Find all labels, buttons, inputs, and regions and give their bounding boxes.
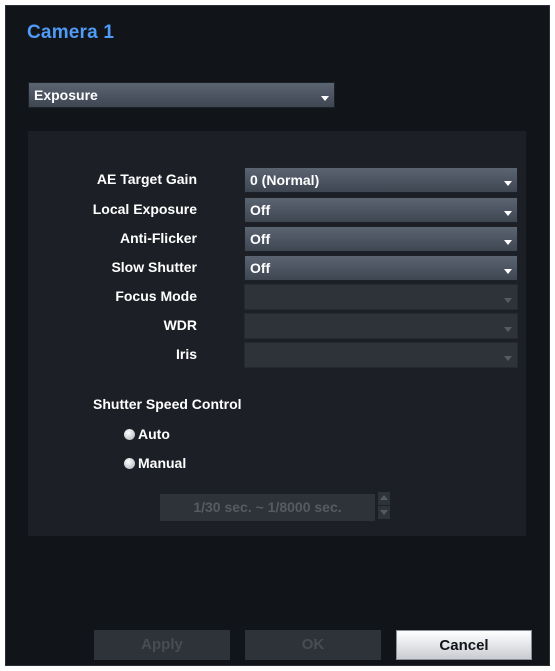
anti-flicker-value: Off <box>250 231 271 247</box>
slow-shutter-dropdown[interactable]: Off <box>244 255 518 281</box>
chevron-down-icon <box>504 327 512 332</box>
spin-up-button <box>378 492 390 505</box>
shutter-manual-label: Manual <box>138 455 187 471</box>
shutter-auto-label: Auto <box>138 426 170 442</box>
focus-mode-label: Focus Mode <box>115 288 197 304</box>
dialog-title: Camera 1 <box>27 22 115 43</box>
ae-target-gain-label: AE Target Gain <box>96 171 197 187</box>
chevron-down-icon <box>504 356 512 361</box>
anti-flicker-label: Anti-Flicker <box>119 230 197 246</box>
iris-label: Iris <box>175 346 197 362</box>
wdr-dropdown <box>244 313 518 339</box>
local-exposure-label: Local Exposure <box>92 201 197 217</box>
chevron-down-icon <box>504 181 512 186</box>
wdr-label: WDR <box>163 317 197 333</box>
cancel-button[interactable]: Cancel <box>396 630 532 660</box>
chevron-down-icon <box>504 298 512 303</box>
category-dropdown-value: Exposure <box>34 87 98 103</box>
chevron-down-icon <box>504 240 512 245</box>
chevron-down-icon <box>504 211 512 216</box>
ok-button: OK <box>245 630 381 660</box>
ae-target-gain-dropdown[interactable]: 0 (Normal) <box>244 167 518 193</box>
focus-mode-dropdown <box>244 284 518 310</box>
radio-button-icon <box>124 429 135 440</box>
local-exposure-dropdown[interactable]: Off <box>244 197 518 223</box>
chevron-down-icon <box>504 269 512 274</box>
iris-dropdown <box>244 342 518 368</box>
ae-target-gain-value: 0 (Normal) <box>250 172 320 188</box>
anti-flicker-dropdown[interactable]: Off <box>244 226 518 252</box>
category-dropdown[interactable]: Exposure <box>28 82 335 108</box>
local-exposure-value: Off <box>250 202 271 218</box>
chevron-down-icon <box>321 96 329 101</box>
apply-button: Apply <box>94 630 230 660</box>
camera-settings-dialog: Camera 1 Exposure AE Target Gain 0 (Norm… <box>5 5 550 666</box>
radio-button-icon <box>124 458 135 469</box>
arrow-down-icon <box>380 510 388 515</box>
shutter-manual-radio[interactable]: Manual <box>124 455 186 471</box>
slow-shutter-label: Slow Shutter <box>111 259 197 275</box>
shutter-auto-radio[interactable]: Auto <box>124 426 170 442</box>
slow-shutter-value: Off <box>250 260 271 276</box>
shutter-speed-range-field: 1/30 sec. ~ 1/8000 sec. <box>160 494 375 521</box>
spin-down-button <box>378 506 390 519</box>
exposure-settings-panel: AE Target Gain 0 (Normal) Local Exposure… <box>28 131 526 536</box>
shutter-speed-control-title: Shutter Speed Control <box>93 396 242 412</box>
arrow-up-icon <box>380 495 388 500</box>
